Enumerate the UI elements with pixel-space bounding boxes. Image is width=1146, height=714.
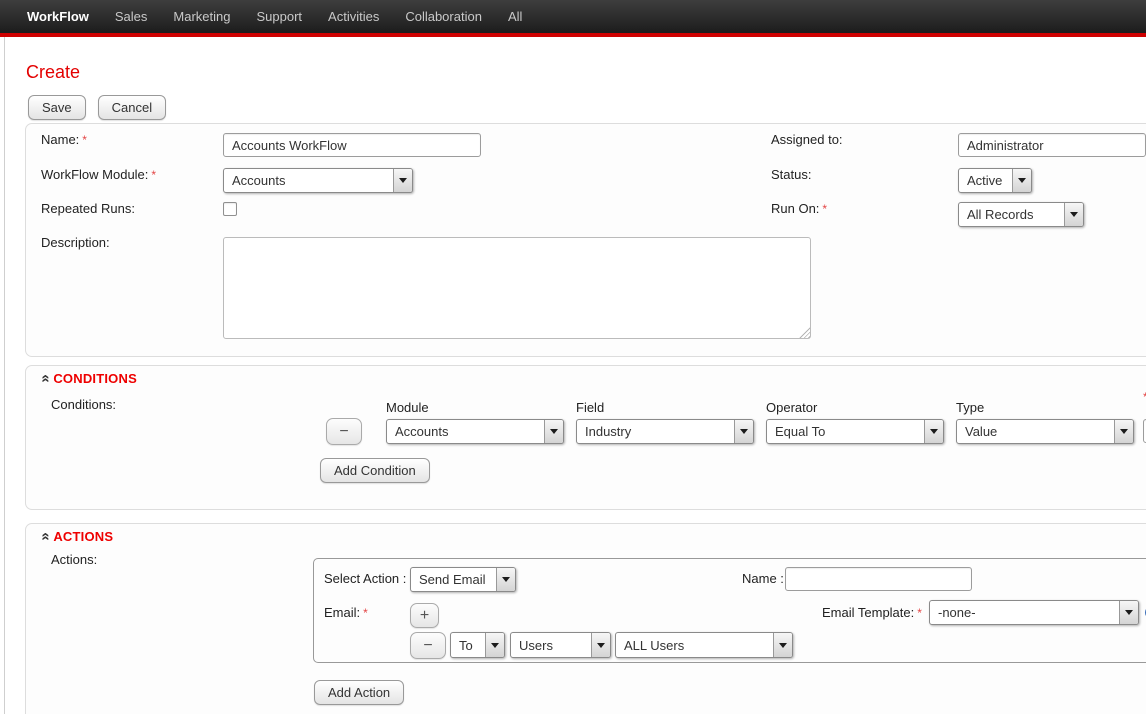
actions-section-title: ACTIONS (53, 529, 113, 544)
description-textarea[interactable] (223, 237, 811, 339)
assigned-to-input[interactable] (958, 133, 1146, 157)
condition-operator-select[interactable]: Equal To (766, 419, 944, 444)
chevron-down-icon (1119, 601, 1138, 624)
chevron-down-icon (1012, 169, 1031, 192)
action-name-input[interactable] (785, 567, 972, 591)
nav-item-workflow[interactable]: WorkFlow (14, 0, 102, 33)
accent-bar (0, 33, 1146, 37)
select-action-select[interactable]: Send Email (410, 567, 516, 592)
status-select[interactable]: Active (958, 168, 1032, 193)
condition-type-select[interactable]: Value (956, 419, 1134, 444)
status-label: Status: (771, 167, 811, 182)
nav-item-all[interactable]: All (495, 0, 535, 33)
assigned-to-label: Assigned to: (771, 132, 843, 147)
required-asterisk: * (822, 202, 827, 216)
remove-condition-button[interactable]: − (326, 418, 362, 445)
save-button[interactable]: Save (28, 95, 86, 120)
conditions-label: Conditions: (51, 397, 116, 412)
run-on-label: Run On:* (771, 201, 827, 216)
nav-item-collaboration[interactable]: Collaboration (392, 0, 495, 33)
conditions-section-header[interactable]: « CONDITIONS (42, 370, 137, 387)
collapse-icon: « (38, 374, 55, 382)
description-label: Description: (41, 235, 110, 250)
add-condition-button[interactable]: Add Condition (320, 458, 430, 483)
name-input[interactable] (223, 133, 481, 157)
add-action-button[interactable]: Add Action (314, 680, 404, 705)
conditions-panel: « CONDITIONS Conditions: − Module Field … (25, 365, 1146, 510)
action-item-box: Select Action : Send Email Name : Email:… (313, 558, 1146, 663)
chevron-down-icon (1114, 420, 1133, 443)
recipient-users-select[interactable]: Users (510, 632, 611, 658)
actions-panel: « ACTIONS Actions: Select Action : Send … (25, 523, 1146, 714)
required-asterisk: * (917, 606, 922, 620)
nav-item-support[interactable]: Support (243, 0, 315, 33)
email-template-select[interactable]: -none- (929, 600, 1139, 625)
nav-item-sales[interactable]: Sales (102, 0, 161, 33)
email-label: Email:* (324, 605, 368, 620)
name-label: Name:* (41, 132, 87, 147)
remove-recipient-button[interactable]: − (410, 632, 446, 659)
condition-field-select[interactable]: Industry (576, 419, 754, 444)
chevron-down-icon (544, 420, 563, 443)
email-template-label: Email Template:* (822, 605, 922, 620)
workflow-module-select[interactable]: Accounts (223, 168, 413, 193)
page-title: Create (26, 62, 80, 83)
page-left-border (4, 37, 5, 714)
required-asterisk: * (363, 606, 368, 620)
column-field-label: Field (576, 400, 604, 415)
run-on-select[interactable]: All Records (958, 202, 1084, 227)
nav-item-activities[interactable]: Activities (315, 0, 392, 33)
recipient-to-select[interactable]: To (450, 632, 505, 658)
column-type-label: Type (956, 400, 984, 415)
top-navbar: WorkFlow Sales Marketing Support Activit… (0, 0, 1146, 33)
chevron-down-icon (485, 633, 504, 657)
chevron-down-icon (734, 420, 753, 443)
collapse-icon: « (38, 532, 55, 540)
add-recipient-button[interactable]: + (410, 603, 439, 628)
action-name-label: Name : (742, 571, 784, 586)
column-module-label: Module (386, 400, 429, 415)
recipient-allusers-select[interactable]: ALL Users (615, 632, 793, 658)
chevron-down-icon (496, 568, 515, 591)
nav-item-marketing[interactable]: Marketing (160, 0, 243, 33)
cancel-button[interactable]: Cancel (98, 95, 166, 120)
column-operator-label: Operator (766, 400, 817, 415)
required-asterisk: * (82, 133, 87, 147)
workflow-module-label: WorkFlow Module:* (41, 167, 156, 182)
chevron-down-icon (773, 633, 792, 657)
repeated-runs-label: Repeated Runs: (41, 201, 135, 216)
toolbar: Save Cancel (28, 95, 166, 120)
conditions-section-title: CONDITIONS (53, 371, 137, 386)
required-asterisk: * (151, 168, 156, 182)
chevron-down-icon (924, 420, 943, 443)
actions-label: Actions: (51, 552, 97, 567)
chevron-down-icon (591, 633, 610, 657)
select-action-label: Select Action : (324, 571, 406, 586)
repeated-runs-checkbox[interactable] (223, 202, 237, 216)
actions-section-header[interactable]: « ACTIONS (42, 528, 113, 545)
condition-module-select[interactable]: Accounts (386, 419, 564, 444)
chevron-down-icon (1064, 203, 1083, 226)
workflow-details-panel: Name:* Assigned to: WorkFlow Module:* Ac… (25, 123, 1146, 357)
chevron-down-icon (393, 169, 412, 192)
workflow-create-page: WorkFlow Sales Marketing Support Activit… (0, 0, 1146, 714)
